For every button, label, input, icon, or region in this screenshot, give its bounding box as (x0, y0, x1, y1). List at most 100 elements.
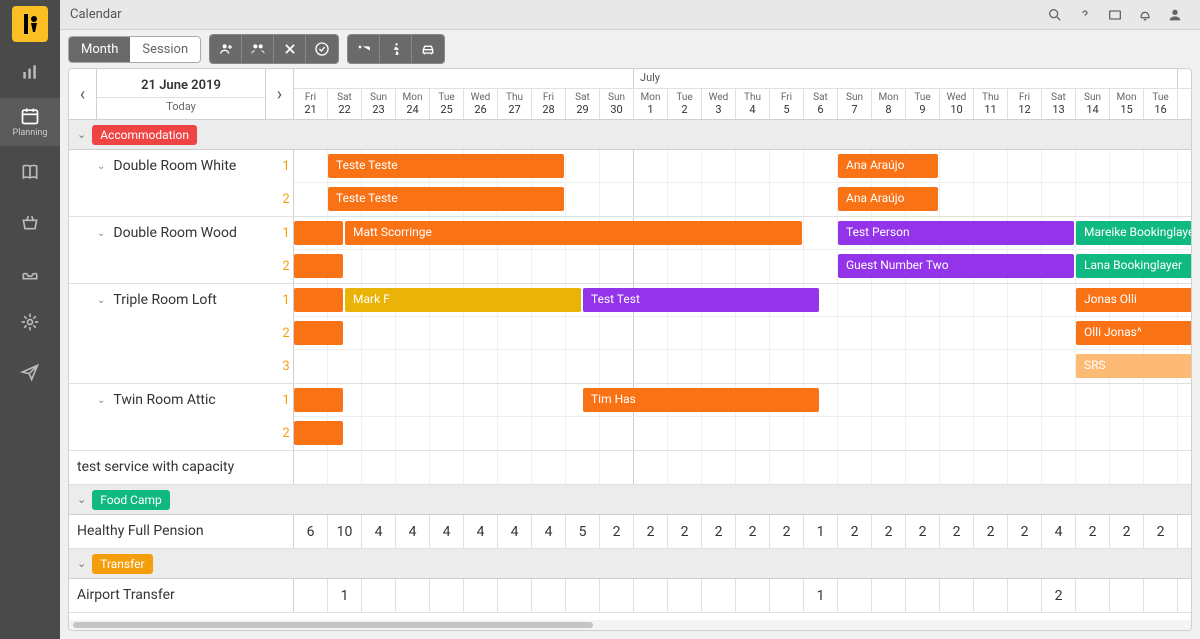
count-cell[interactable]: 2 (736, 515, 770, 548)
day-header[interactable]: Tue9 (906, 89, 940, 119)
calendar-body[interactable]: ⌄Accommodation⌄Double Room White1Teste T… (69, 120, 1191, 620)
count-cell[interactable] (702, 579, 736, 612)
count-cell[interactable]: 4 (464, 515, 498, 548)
view-month-button[interactable]: Month (69, 37, 130, 62)
count-cell[interactable]: 2 (1110, 515, 1144, 548)
prev-button[interactable]: ‹ (69, 69, 97, 119)
app-logo[interactable] (12, 6, 48, 42)
count-cell[interactable] (940, 579, 974, 612)
count-cell[interactable]: 6 (294, 515, 328, 548)
count-cell[interactable]: 2 (634, 515, 668, 548)
booking-bar[interactable] (294, 421, 343, 445)
count-cell[interactable] (634, 579, 668, 612)
count-cell[interactable]: 2 (838, 515, 872, 548)
count-cell[interactable]: 2 (668, 515, 702, 548)
count-cell[interactable] (1076, 579, 1110, 612)
count-cell[interactable] (566, 579, 600, 612)
booking-bar[interactable]: Test Person (838, 221, 1074, 245)
check-button[interactable] (306, 35, 338, 63)
count-cell[interactable]: 10 (328, 515, 362, 548)
day-header[interactable]: Mon15 (1110, 89, 1144, 119)
count-cell[interactable] (974, 579, 1008, 612)
count-cell[interactable]: 2 (872, 515, 906, 548)
count-cell[interactable]: 2 (1076, 515, 1110, 548)
count-cell[interactable] (430, 579, 464, 612)
category-accommodation[interactable]: ⌄Accommodation (69, 120, 1191, 150)
booking-bar[interactable]: Guest Number Two (838, 254, 1074, 278)
today-link[interactable]: Today (97, 97, 265, 115)
booking-bar[interactable] (294, 388, 343, 412)
count-cell[interactable] (1144, 579, 1178, 612)
room-label[interactable]: ⌄Double Room Wood (69, 217, 294, 283)
count-cell[interactable] (464, 579, 498, 612)
count-cell[interactable]: 2 (770, 515, 804, 548)
room-label[interactable]: ⌄Triple Room Loft (69, 284, 294, 383)
count-cell[interactable] (906, 579, 940, 612)
day-header[interactable]: Sun14 (1076, 89, 1110, 119)
day-header[interactable]: Fri28 (532, 89, 566, 119)
notifications-button[interactable] (1130, 0, 1160, 30)
count-cell[interactable] (1008, 579, 1042, 612)
day-header[interactable]: Fri21 (294, 89, 328, 119)
day-header[interactable]: Mon24 (396, 89, 430, 119)
count-cell[interactable] (770, 579, 804, 612)
nav-book[interactable] (0, 148, 60, 196)
day-header[interactable]: Mon1 (634, 89, 668, 119)
day-header[interactable]: Tue2 (668, 89, 702, 119)
day-header[interactable]: Thu4 (736, 89, 770, 119)
count-cell[interactable] (838, 579, 872, 612)
profile-button[interactable] (1160, 0, 1190, 30)
day-header[interactable]: Sun30 (600, 89, 634, 119)
nav-dashboard[interactable] (0, 48, 60, 96)
day-header[interactable]: Wed3 (702, 89, 736, 119)
nav-tray[interactable] (0, 248, 60, 296)
booking-bar[interactable] (294, 321, 343, 345)
day-header[interactable]: Sun7 (838, 89, 872, 119)
count-cell[interactable]: 2 (1008, 515, 1042, 548)
day-header[interactable]: Tue25 (430, 89, 464, 119)
count-cell[interactable]: 2 (940, 515, 974, 548)
count-cell[interactable] (600, 579, 634, 612)
count-cell[interactable]: 2 (600, 515, 634, 548)
room-label[interactable]: ⌄Twin Room Attic (69, 384, 294, 450)
day-header[interactable]: Mon8 (872, 89, 906, 119)
nav-send[interactable] (0, 348, 60, 396)
count-cell[interactable] (872, 579, 906, 612)
close-filter-button[interactable] (274, 35, 306, 63)
booking-bar[interactable]: Jonas Olli (1076, 288, 1191, 312)
count-cell[interactable]: 1 (328, 579, 362, 612)
day-header[interactable]: Sat6 (804, 89, 838, 119)
nav-settings[interactable] (0, 298, 60, 346)
horizontal-scrollbar[interactable] (69, 620, 1191, 630)
day-header[interactable]: Wed26 (464, 89, 498, 119)
count-cell[interactable]: 4 (430, 515, 464, 548)
day-header[interactable]: Sat13 (1042, 89, 1076, 119)
search-button[interactable] (1040, 0, 1070, 30)
count-cell[interactable] (1110, 579, 1144, 612)
count-cell[interactable] (736, 579, 770, 612)
count-cell[interactable]: 1 (804, 579, 838, 612)
count-cell[interactable]: 2 (974, 515, 1008, 548)
count-cell[interactable]: 4 (498, 515, 532, 548)
day-header[interactable]: Fri12 (1008, 89, 1042, 119)
booking-bar[interactable]: Lana Bookinglayer (1076, 254, 1191, 278)
count-cell[interactable]: 4 (396, 515, 430, 548)
day-header[interactable]: Fri5 (770, 89, 804, 119)
count-cell[interactable]: 4 (532, 515, 566, 548)
count-cell[interactable] (532, 579, 566, 612)
count-cell[interactable]: 2 (1144, 515, 1178, 548)
transfer-label[interactable]: Airport Transfer (69, 579, 294, 612)
category-transfer[interactable]: ⌄Transfer (69, 549, 1191, 579)
service-label[interactable]: test service with capacity (69, 451, 294, 484)
room-label[interactable]: ⌄Double Room White (69, 150, 294, 216)
count-cell[interactable] (294, 579, 328, 612)
bed-button[interactable] (348, 35, 380, 63)
count-cell[interactable] (498, 579, 532, 612)
category-food[interactable]: ⌄Food Camp (69, 485, 1191, 515)
day-header[interactable]: Thu27 (498, 89, 532, 119)
view-session-button[interactable]: Session (130, 37, 200, 62)
count-cell[interactable] (362, 579, 396, 612)
day-header[interactable]: Wed10 (940, 89, 974, 119)
day-header[interactable]: Tue16 (1144, 89, 1178, 119)
booking-bar[interactable]: Mareike Bookinglayer (1076, 221, 1191, 245)
